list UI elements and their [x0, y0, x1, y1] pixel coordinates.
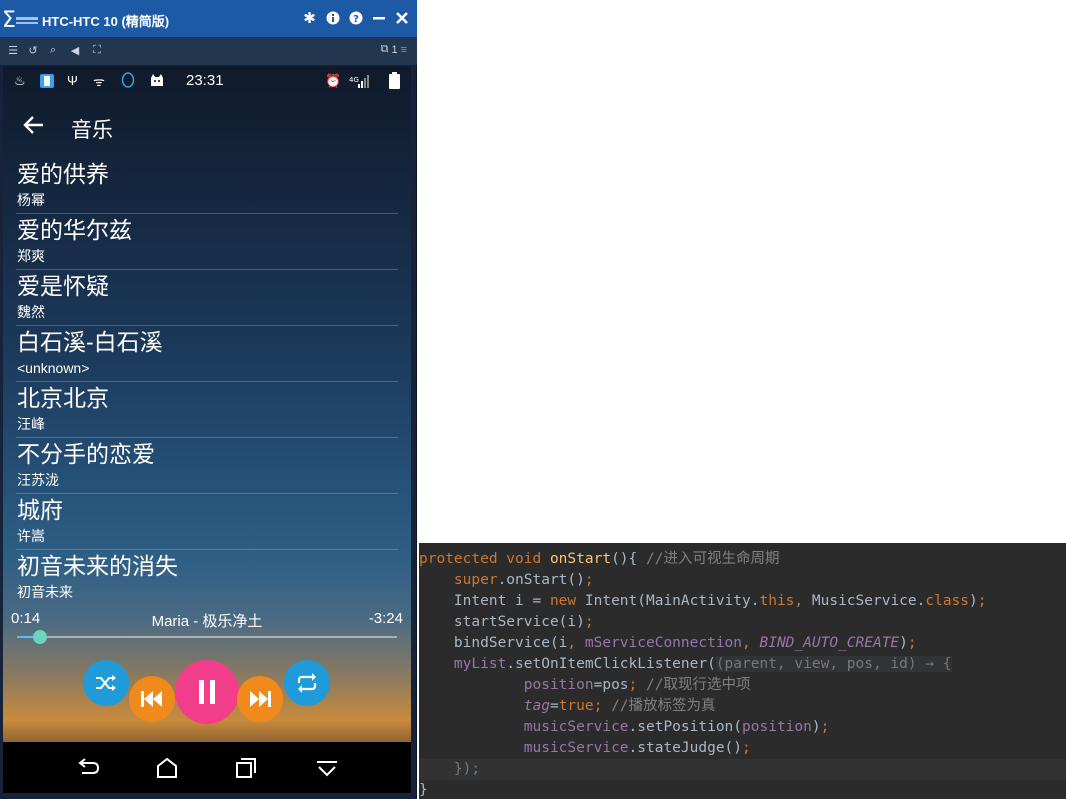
back-icon[interactable]: [76, 756, 102, 780]
settings-icon[interactable]: ✱: [300, 7, 319, 29]
song-artist: 汪苏泷: [17, 472, 59, 488]
rotate-icon[interactable]: ↺: [26, 43, 40, 57]
code-line: });: [419, 759, 1066, 780]
code-line: }: [419, 782, 428, 798]
code-editor[interactable]: protected void onStart(){ //进入可视生命周期 sup…: [419, 543, 1066, 799]
volume-icon[interactable]: ◀: [68, 43, 82, 57]
hotspot-icon: ᯤ: [93, 73, 105, 89]
seek-thumb[interactable]: [32, 630, 47, 644]
info-icon[interactable]: [323, 7, 342, 29]
menu-list-icon[interactable]: ☰: [6, 43, 20, 57]
window-icon: ⧉: [380, 43, 389, 55]
next-button[interactable]: [237, 676, 283, 722]
page-title: 音乐: [71, 119, 113, 142]
code-line: tag=true; //播放标签为真: [523, 698, 716, 714]
song-title: 不分手的恋爱: [17, 441, 155, 467]
song-title: 爱的华尔兹: [17, 217, 132, 243]
code-line: musicService.setPosition(position);: [523, 719, 830, 735]
signal-icon: 4G: [349, 72, 371, 89]
code-line: musicService.stateJudge();: [523, 740, 751, 756]
pause-icon: [199, 680, 215, 704]
remaining-time: -3:24: [368, 610, 403, 627]
song-artist: 郑爽: [17, 248, 45, 264]
list-item[interactable]: 城府 许嵩: [16, 494, 398, 550]
code-line: myList.setOnItemClickListener((parent, v…: [453, 656, 952, 672]
code-line: bindService(i, mServiceConnection, BIND_…: [419, 635, 917, 651]
shuffle-button[interactable]: [83, 660, 129, 706]
zoom-icon[interactable]: ⌕: [46, 43, 60, 57]
song-artist: 魏然: [17, 304, 45, 320]
app-notification-icon: [39, 72, 55, 89]
list-item[interactable]: 爱的华尔兹 郑爽: [16, 214, 398, 270]
android-cat-icon: [149, 72, 165, 89]
back-arrow-icon[interactable]: [21, 112, 47, 138]
list-item[interactable]: 北京北京 汪峰: [16, 382, 398, 438]
list-item[interactable]: 爱是怀疑 魏然: [16, 270, 398, 326]
list-icon: ≡: [400, 43, 407, 56]
emulator-title-bar: Σ HTC-HTC 10 (精简版) ✱ ?: [0, 0, 417, 37]
emulator-logo-icon: Σ: [2, 8, 38, 32]
phone-screen: ♨ Ψ ᯤ 23:31 ⏰ 4G 音乐 爱的供养 杨幂 爱的华尔兹 郑爽 爱是怀…: [3, 66, 411, 793]
emulator-window: Σ HTC-HTC 10 (精简版) ✱ ? ☰ ↺ ⌕ ◀ ⛶ ⧉ 1 ≡ ♨…: [0, 0, 417, 799]
qq-icon: [120, 72, 136, 89]
song-title: 初音未来的消失: [17, 553, 178, 579]
home-icon[interactable]: [154, 756, 180, 780]
shuffle-icon: [96, 675, 116, 691]
list-item[interactable]: 不分手的恋爱 汪苏泷: [16, 438, 398, 494]
song-title: 爱的供养: [17, 161, 109, 187]
svg-text:4G: 4G: [349, 76, 359, 84]
navigation-bar: [3, 742, 411, 793]
list-item[interactable]: 初音未来的消失 初音未来: [16, 550, 398, 606]
usb-icon: Ψ: [67, 73, 78, 88]
code-line: startService(i);: [419, 614, 594, 630]
skip-previous-icon: [141, 691, 162, 707]
battery-icon: [389, 72, 400, 89]
song-title: 白石溪-白石溪: [17, 329, 163, 355]
previous-button[interactable]: [129, 676, 175, 722]
song-artist: 初音未来: [17, 584, 73, 600]
code-line: Intent i = new Intent(MainActivity.this,…: [419, 593, 987, 609]
list-item[interactable]: 爱的供养 杨幂: [16, 158, 398, 214]
seek-bar[interactable]: [17, 630, 397, 644]
repeat-button[interactable]: [284, 660, 330, 706]
alarm-icon: ⏰: [325, 72, 342, 88]
list-item[interactable]: 白石溪-白石溪 <unknown>: [16, 326, 398, 382]
notification-icon: ♨: [14, 72, 26, 88]
notification-shade-icon[interactable]: [314, 756, 340, 780]
song-artist: 汪峰: [17, 416, 45, 432]
fullscreen-icon[interactable]: ⛶: [90, 43, 104, 57]
song-artist: 杨幂: [17, 192, 45, 208]
app-bar: 音乐: [3, 106, 411, 148]
skip-next-icon: [250, 691, 271, 707]
code-line: protected void onStart(){ //进入可视生命周期: [419, 551, 780, 567]
status-time: 23:31: [186, 72, 224, 89]
emulator-title: HTC-HTC 10 (精简版): [42, 14, 170, 29]
close-icon[interactable]: [392, 7, 411, 29]
repeat-icon: [297, 673, 317, 693]
song-title: 北京北京: [17, 385, 109, 411]
svg-text:?: ?: [353, 14, 359, 25]
song-title: 爱是怀疑: [17, 273, 109, 299]
now-playing-title: Maria - 极乐净土: [151, 613, 263, 630]
song-artist: <unknown>: [17, 360, 90, 376]
pause-button[interactable]: [175, 660, 239, 724]
minimize-icon[interactable]: [369, 7, 388, 29]
multi-instance-indicator[interactable]: ⧉ 1 ≡: [381, 43, 407, 56]
code-line: position=pos; //取现行选中项: [523, 677, 751, 693]
song-artist: 许嵩: [17, 528, 45, 544]
instance-count: 1: [391, 43, 398, 56]
song-list: 爱的供养 杨幂 爱的华尔兹 郑爽 爱是怀疑 魏然 白石溪-白石溪 <unknow…: [3, 158, 411, 606]
window-controls: ✱ ?: [300, 7, 411, 29]
svg-text:Σ: Σ: [2, 8, 16, 32]
help-icon[interactable]: ?: [346, 7, 365, 29]
recent-apps-icon[interactable]: [233, 756, 259, 780]
emulator-toolbar: ☰ ↺ ⌕ ◀ ⛶ ⧉ 1 ≡: [0, 37, 417, 65]
code-line: super.onStart();: [453, 572, 594, 588]
status-bar: ♨ Ψ ᯤ 23:31 ⏰ 4G: [3, 66, 411, 94]
song-title: 城府: [17, 497, 63, 523]
